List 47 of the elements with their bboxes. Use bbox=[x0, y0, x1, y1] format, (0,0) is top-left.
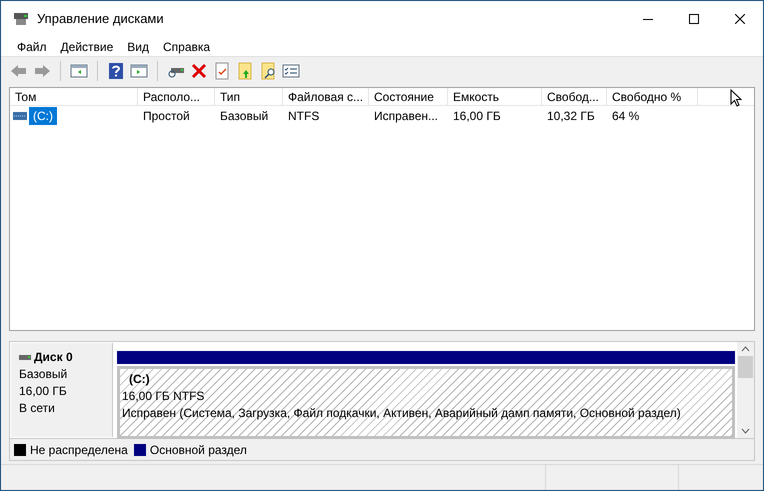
table-cell-text: 16,00 ГБ bbox=[452, 108, 502, 125]
table-cell-text: Исправен... bbox=[373, 108, 440, 125]
partition-block[interactable]: (C:) 16,00 ГБ NTFS Исправен (Система, Загрузка, Файл подкачки, Активен, Аварийный дамп памяти, Основной раздел) bbox=[117, 366, 735, 439]
close-icon bbox=[735, 14, 745, 24]
partition-status: Исправен (Система, Загрузка, Файл подкачки, Активен, Аварийный дамп памяти, Основной раздел) bbox=[122, 405, 682, 422]
menu-item[interactable]: Справка bbox=[156, 38, 218, 56]
menu-item[interactable]: Вид bbox=[120, 38, 156, 56]
folder-search-icon[interactable] bbox=[259, 62, 277, 80]
folder-up-icon[interactable] bbox=[236, 62, 254, 80]
disk-type: Базовый bbox=[19, 366, 68, 383]
disk-size: 16,00 ГБ bbox=[19, 383, 68, 400]
checklist-icon[interactable] bbox=[282, 62, 300, 80]
column-header[interactable]: Состояние bbox=[369, 88, 448, 105]
forward-icon[interactable] bbox=[33, 62, 51, 80]
scroll-thumb[interactable] bbox=[738, 356, 753, 378]
panel-icon[interactable] bbox=[70, 62, 88, 80]
table-cell-text: 10,32 ГБ bbox=[546, 108, 596, 125]
table-cell-text: 64 % bbox=[611, 108, 640, 125]
disk-name: Диск 0 bbox=[34, 349, 73, 366]
help-icon[interactable] bbox=[107, 62, 125, 80]
partition-size: 16,00 ГБ NTFS bbox=[122, 388, 206, 405]
partition-label: (C:) bbox=[128, 371, 151, 388]
table-cell-text: Простой bbox=[142, 108, 191, 125]
table-cell-text: NTFS bbox=[287, 108, 320, 125]
table-cell-text: Базовый bbox=[219, 108, 270, 125]
panel-icon[interactable] bbox=[130, 62, 148, 80]
delete-icon[interactable] bbox=[190, 62, 208, 80]
table-cell[interactable]: (C:) bbox=[29, 107, 57, 125]
disk-drive-icon bbox=[13, 12, 29, 26]
disk-status: В сети bbox=[19, 400, 56, 417]
menu-item[interactable]: Файл bbox=[10, 38, 54, 56]
checked-document-icon[interactable] bbox=[213, 62, 231, 80]
legend-label: Основной раздел bbox=[150, 442, 247, 458]
scrollbar[interactable] bbox=[737, 342, 754, 438]
volume-icon bbox=[13, 112, 27, 120]
column-header[interactable]: Емкость bbox=[448, 88, 542, 105]
window-title: Управление дисками bbox=[37, 10, 164, 28]
maximize-icon bbox=[689, 14, 699, 24]
column-header[interactable]: Свободно % bbox=[607, 88, 698, 105]
column-header[interactable]: Свобод... bbox=[542, 88, 607, 105]
legend-label: Не распределена bbox=[30, 442, 128, 458]
column-header[interactable]: Тип bbox=[215, 88, 283, 105]
back-icon[interactable] bbox=[10, 62, 28, 80]
column-header[interactable]: Располо... bbox=[138, 88, 215, 105]
menu-item[interactable]: Действие bbox=[54, 38, 120, 56]
column-header[interactable]: Файловая с... bbox=[283, 88, 369, 105]
column-header[interactable]: Том bbox=[10, 88, 138, 105]
